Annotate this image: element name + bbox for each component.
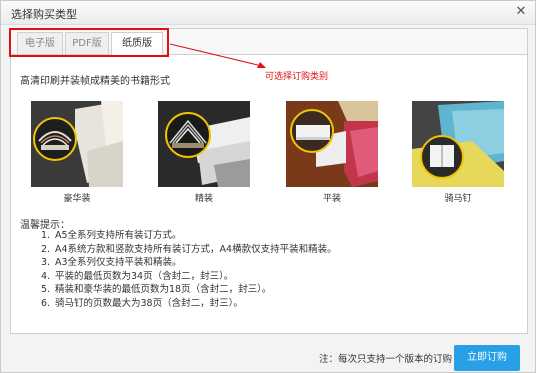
- tip-item: 1. A5全系列支持所有装订方式。: [41, 230, 182, 241]
- tip-item: 5. 精装和豪华装的最低页数为18页（含封二，封三）。: [41, 284, 272, 296]
- version-tabs: 电子版 PDF版 纸质版: [9, 28, 527, 57]
- tip-item: 3. A3全系列仅支持平装和精装。: [41, 257, 182, 269]
- binding-label-hardcover: 精装: [194, 194, 213, 204]
- title-bar: 选择购买类型 ✕: [1, 1, 535, 25]
- tab-pdf[interactable]: PDF版: [65, 32, 109, 54]
- order-note: 注：每次只支持一个版本的订购: [319, 354, 453, 365]
- print-description: 高清印刷并装帧成精美的书籍形式: [20, 76, 170, 87]
- close-icon[interactable]: ✕: [513, 4, 529, 20]
- annotation-label: 可选择订购类别: [265, 72, 329, 82]
- dialog-title: 选择购买类型: [11, 8, 77, 21]
- binding-label-saddle-stitch: 骑马钉: [444, 194, 472, 204]
- paperback-binding-photo[interactable]: [286, 101, 378, 187]
- annotation-arrow: [169, 43, 266, 68]
- hardcover-binding-photo[interactable]: [158, 101, 250, 187]
- saddle-stitch-binding-photo[interactable]: [412, 101, 504, 187]
- order-now-button[interactable]: 立即订购: [454, 345, 520, 371]
- order-type-dialog: 选择购买类型 ✕ 电子版 PDF版 纸质版 可选择订购类别 高清印刷并装帧成精美…: [0, 0, 536, 373]
- binding-label-luxury: 豪华装: [63, 194, 91, 204]
- tip-item: 4. 平装的最低页数为34页（含封二，封三）。: [41, 270, 234, 282]
- tip-item: 6. 骑马钉的页数最大为38页（含封二，封三）。: [41, 297, 243, 309]
- tab-print[interactable]: 纸质版: [111, 32, 163, 56]
- tips-list: 1. A5全系列支持所有装订方式。 2. A4系统方款和竖款支持所有装订方式，A4横…: [41, 229, 337, 311]
- luxury-binding-photo[interactable]: [31, 101, 123, 187]
- content-panel: 电子版 PDF版 纸质版 可选择订购类别 高清印刷并装帧成精美的书籍形式 豪华装…: [9, 28, 528, 334]
- tip-item: 2. A4系统方款和竖款支持所有装订方式，A4横款仅支持平装和精装。: [41, 243, 337, 255]
- binding-label-paperback: 平装: [322, 194, 341, 204]
- tab-ebook[interactable]: 电子版: [17, 32, 63, 54]
